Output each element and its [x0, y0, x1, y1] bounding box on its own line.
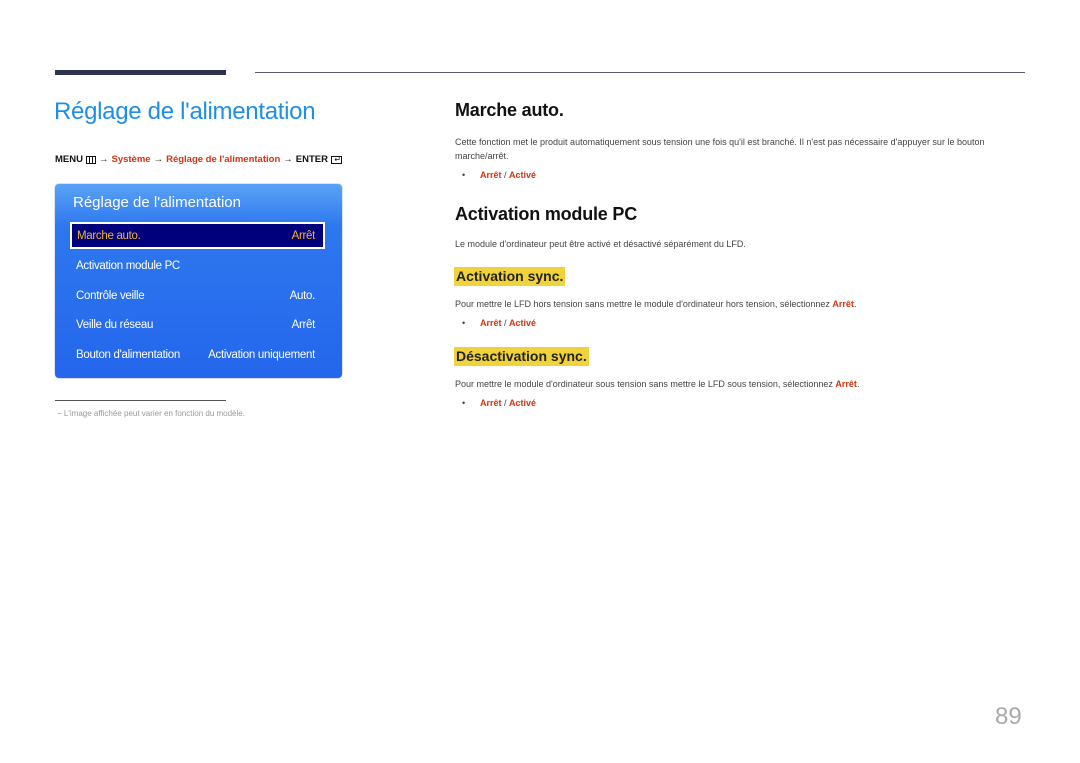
text-activation-module-pc: Le module d'ordinateur peut être activé …: [455, 239, 746, 249]
footnote-dash: −: [57, 409, 62, 418]
arrow-icon: →: [283, 154, 293, 165]
footnote-text: L'image affichée peut varier en fonction…: [63, 409, 245, 418]
osd-menu-panel: Réglage de l'alimentation Marche auto. A…: [55, 184, 342, 378]
text-marche-auto: Cette fonction met le produit automatiqu…: [455, 137, 985, 161]
page-title: Réglage de l'alimentation: [54, 98, 316, 125]
options-activation-sync: • Arrêt / Activé: [462, 318, 536, 328]
arrow-icon: →: [98, 154, 109, 165]
option-off: Arrêt: [480, 318, 502, 328]
enter-icon: ↵: [330, 155, 342, 164]
heading-activation-module-pc: Activation module PC: [455, 204, 638, 224]
enter-label: ENTER: [295, 154, 328, 165]
menu-path-system: Système: [111, 154, 151, 165]
osd-item-marche-auto[interactable]: Marche auto. Arrêt: [70, 222, 325, 249]
option-sep: /: [501, 318, 510, 328]
option-off: Arrêt: [480, 170, 502, 180]
heading-desactivation-sync: Désactivation sync.: [454, 347, 589, 366]
osd-title: Réglage de l'alimentation: [73, 194, 241, 211]
osd-item-label: Activation module PC: [76, 260, 180, 272]
osd-item-value: Arrêt: [291, 229, 316, 242]
menu-icon: [85, 155, 96, 164]
text-part: .: [856, 379, 860, 389]
text-part: Pour mettre le LFD hors tension sans met…: [455, 299, 833, 309]
menu-path-power: Réglage de l'alimentation: [166, 154, 281, 165]
osd-item-label: Marche auto.: [77, 229, 141, 242]
option-on: Activé: [509, 170, 537, 180]
osd-item-label: Veille du réseau: [76, 319, 154, 331]
header-bar-thick: [55, 70, 226, 75]
header-rule: [255, 72, 1025, 73]
option-on: Activé: [509, 398, 537, 408]
osd-item-value: Activation uniquement: [208, 349, 315, 361]
text-part: Pour mettre le module d'ordinateur sous …: [455, 379, 836, 389]
text-part: .: [853, 299, 857, 309]
heading-activation-sync: Activation sync.: [454, 267, 566, 286]
highlight-arret: Arrêt: [832, 299, 854, 309]
option-on: Activé: [509, 318, 537, 328]
bullet-icon: •: [462, 398, 466, 408]
highlight-arret: Arrêt: [835, 379, 857, 389]
osd-item-bouton-alimentation[interactable]: Bouton d'alimentation Activation uniquem…: [76, 343, 315, 367]
option-sep: /: [501, 170, 510, 180]
heading-marche-auto: Marche auto.: [455, 100, 564, 120]
text-desactivation-sync: Pour mettre le module d'ordinateur sous …: [455, 377, 1030, 391]
text-activation-sync: Pour mettre le LFD hors tension sans met…: [455, 297, 1030, 311]
option-off: Arrêt: [480, 398, 502, 408]
footnote-divider: [55, 400, 226, 401]
page-number: 89: [995, 703, 1022, 730]
bullet-icon: •: [462, 318, 466, 328]
menu-label: MENU: [55, 154, 83, 165]
menu-path: MENU → Système → Réglage de l'alimentati…: [55, 154, 342, 165]
bullet-icon: •: [462, 170, 466, 180]
osd-item-controle-veille[interactable]: Contrôle veille Auto.: [76, 284, 315, 308]
osd-item-label: Bouton d'alimentation: [76, 349, 180, 361]
osd-item-veille-reseau[interactable]: Veille du réseau Arrêt: [76, 313, 315, 337]
osd-item-value: Auto.: [289, 290, 316, 302]
osd-item-value: Arrêt: [291, 319, 316, 331]
options-desactivation-sync: • Arrêt / Activé: [462, 398, 536, 408]
osd-item-activation-module-pc[interactable]: Activation module PC: [76, 254, 315, 278]
options-marche-auto: • Arrêt / Activé: [462, 170, 536, 180]
arrow-icon: →: [153, 154, 164, 165]
footnote: − L'image affichée peut varier en foncti…: [57, 409, 245, 418]
osd-item-label: Contrôle veille: [76, 290, 145, 302]
option-sep: /: [501, 398, 510, 408]
